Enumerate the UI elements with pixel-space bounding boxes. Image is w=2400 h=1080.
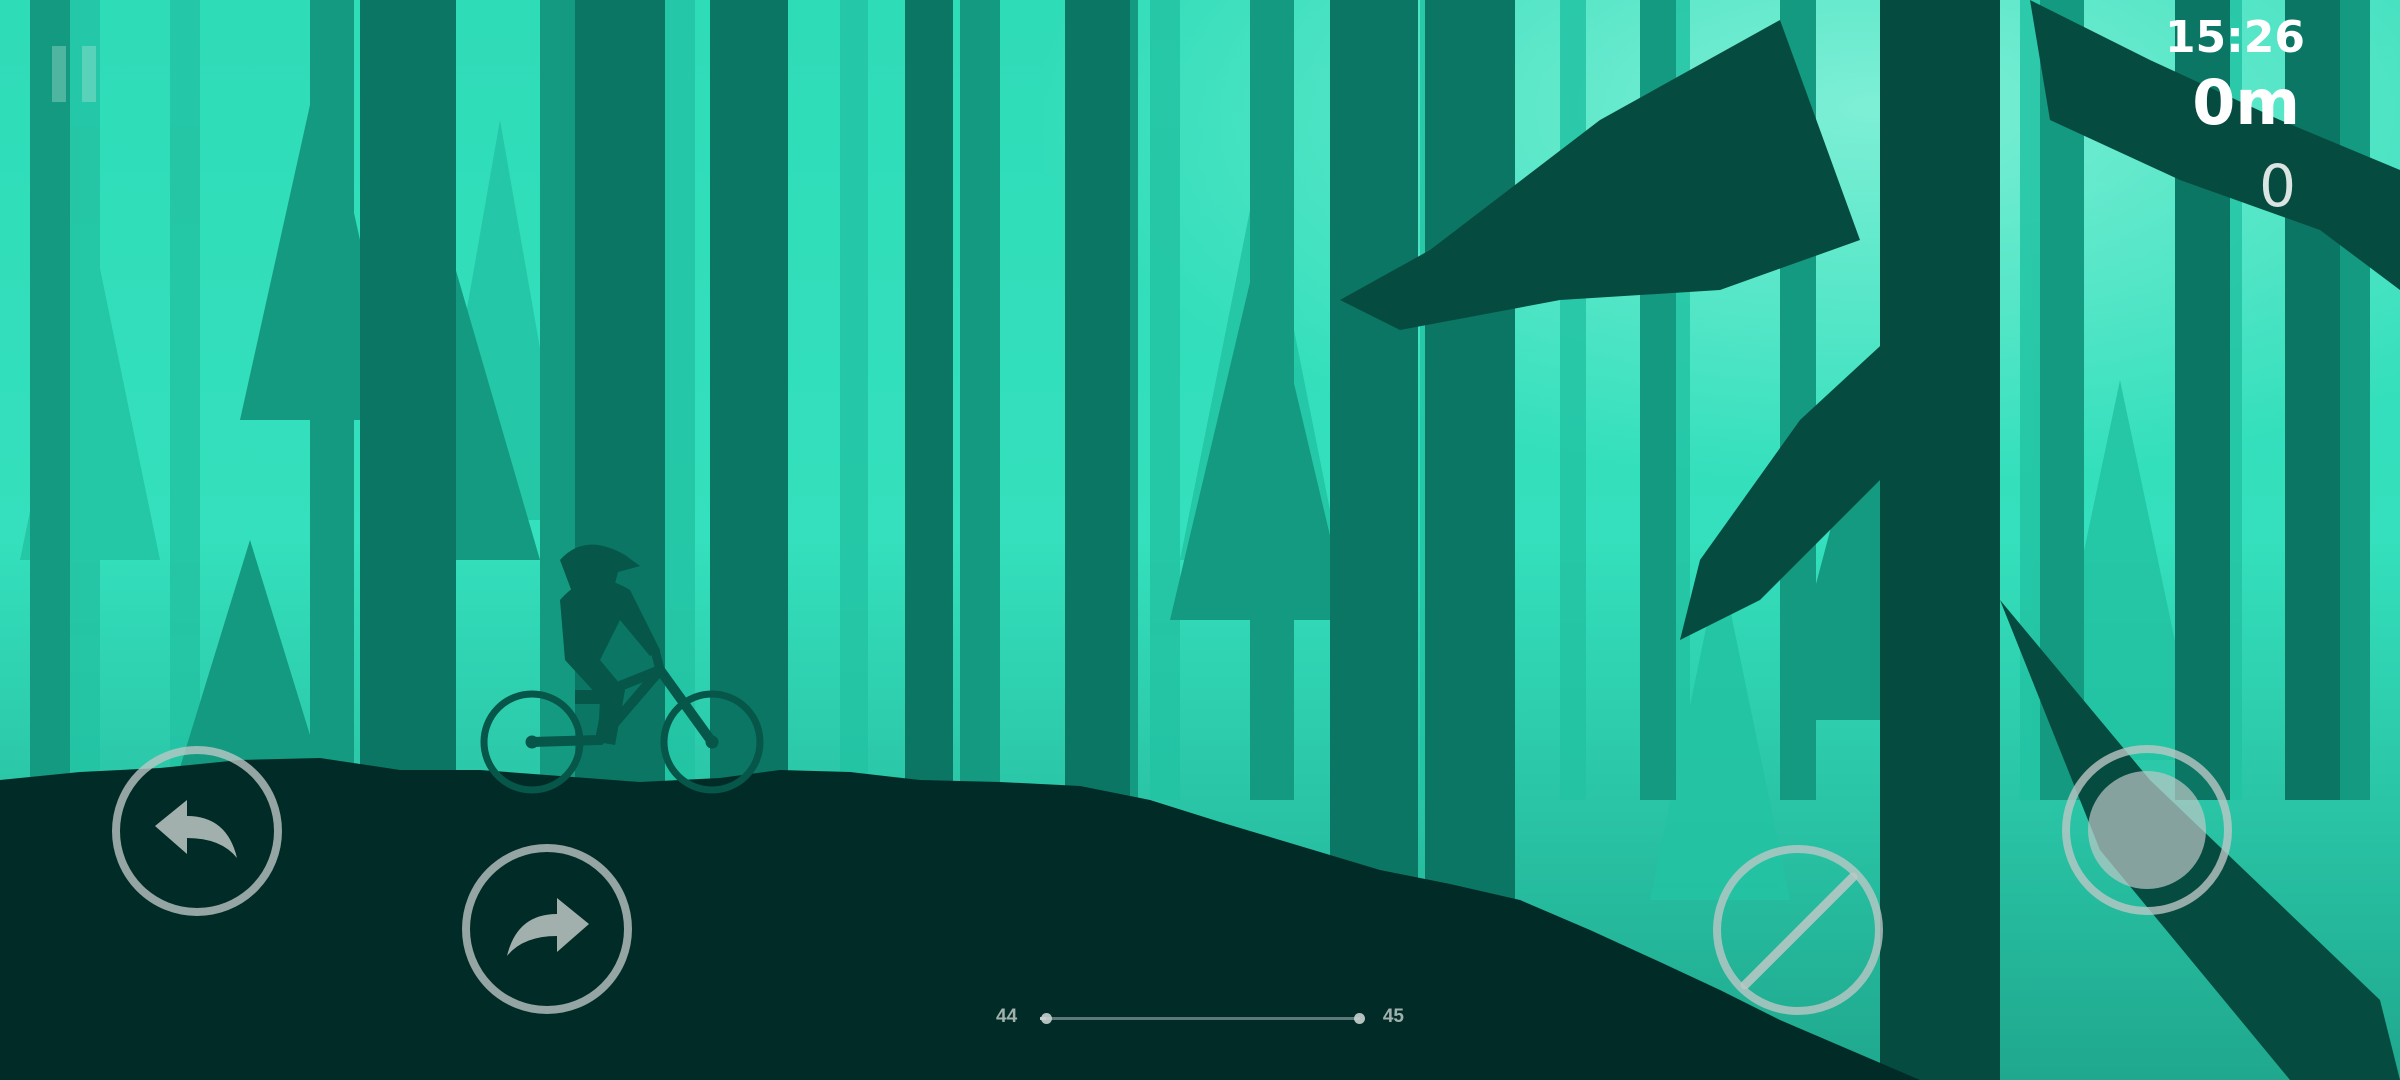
pause-icon <box>52 46 66 102</box>
progress-track <box>1040 1013 1365 1024</box>
score-display: 0 <box>2259 152 2296 220</box>
pedal-button[interactable] <box>2062 745 2232 915</box>
progress-fill <box>1040 1017 1047 1020</box>
level-progress-bar: 44 45 <box>990 1004 1410 1034</box>
brake-slash-icon <box>1740 872 1858 990</box>
clock-display: 15:26 <box>2164 12 2305 63</box>
distance-display: 0m <box>2192 66 2300 139</box>
lean-back-button[interactable] <box>112 746 282 916</box>
next-level-label: 45 <box>1382 1006 1404 1027</box>
progress-end-marker <box>1354 1013 1365 1024</box>
forest-scene <box>0 0 2400 1080</box>
brake-button[interactable] <box>1713 845 1883 1015</box>
pause-button[interactable] <box>52 46 100 102</box>
lean-forward-arrow-icon <box>507 898 589 956</box>
lean-back-arrow-icon <box>155 800 237 858</box>
lean-forward-button[interactable] <box>462 844 632 1014</box>
pedal-circle-icon <box>2088 771 2206 889</box>
current-level-label: 44 <box>996 1006 1018 1027</box>
